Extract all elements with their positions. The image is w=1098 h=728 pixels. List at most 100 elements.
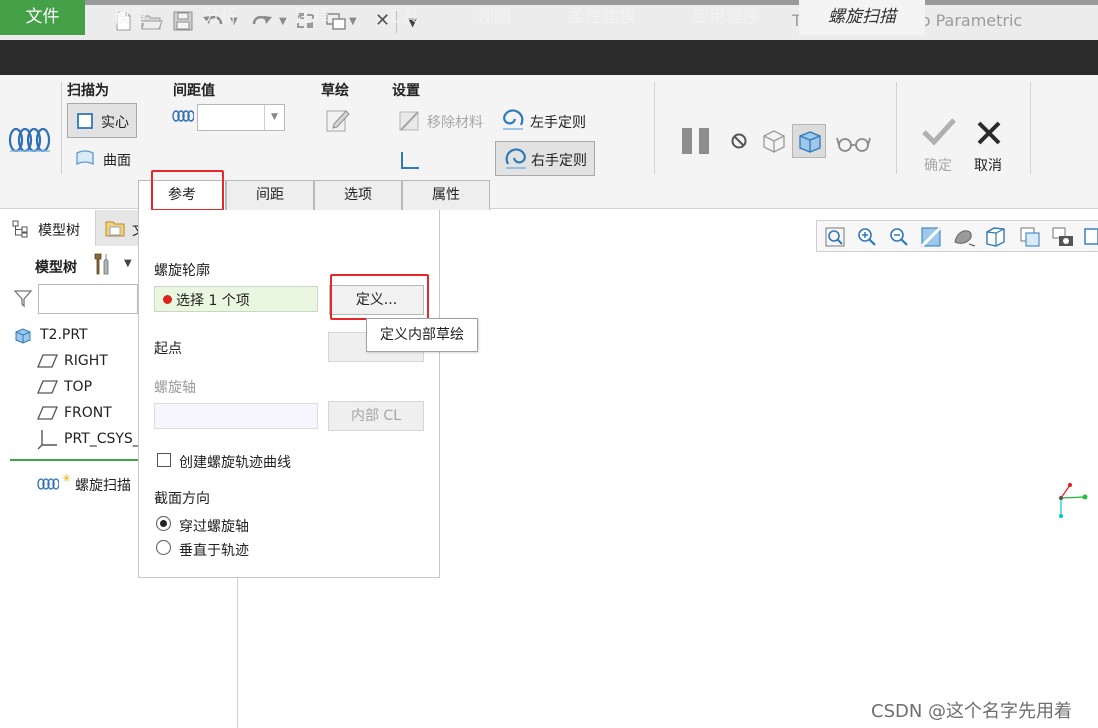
menu-analysis[interactable]: 分析 (178, 0, 262, 35)
create-helix-curve-label: 创建螺旋轨迹曲线 (179, 455, 291, 471)
perspective-camera-icon[interactable] (1050, 225, 1076, 249)
surface-icon (75, 149, 95, 167)
datum-plane-icon (37, 379, 59, 395)
start-point-label: 起点 (154, 341, 182, 357)
tree-settings-tools-icon[interactable] (91, 251, 115, 277)
helix-axis-label: 螺旋轴 (154, 380, 196, 396)
sweep-as-label: 扫描为 (67, 83, 109, 99)
menu-applications[interactable]: 应用程序 (676, 0, 776, 35)
tree-item-csys[interactable]: PRT_CSYS_ (64, 431, 140, 447)
pitch-input[interactable]: ▼ (197, 104, 285, 131)
tree-header-label: 模型树 (35, 260, 77, 276)
confirm-check-icon[interactable] (921, 116, 957, 148)
cancel-x-icon[interactable] (976, 120, 1002, 146)
tab-folder-browser[interactable]: 文 (95, 210, 146, 246)
helix-profile-collector-text: 选择 1 个项 (176, 293, 250, 309)
ribbon-divider (896, 82, 897, 174)
tab-model-tree-label: 模型树 (38, 223, 80, 239)
solid-button[interactable]: 实心 (67, 103, 137, 138)
tree-item-top[interactable]: TOP (64, 379, 92, 395)
highlight-box-references-tab (151, 170, 224, 211)
zoom-in-icon[interactable] (856, 226, 878, 248)
sketch-icon[interactable] (325, 107, 351, 133)
zoom-out-icon[interactable] (888, 226, 910, 248)
datum-plane-icon (37, 405, 59, 421)
cancel-button[interactable]: 取消 (974, 155, 1002, 175)
filter-icon[interactable] (13, 288, 33, 308)
folder-browser-icon (104, 218, 126, 238)
settings-label: 设置 (392, 83, 420, 99)
required-dot-icon (163, 295, 172, 304)
refit-icon[interactable] (824, 226, 846, 248)
through-axis-radio[interactable] (156, 516, 171, 531)
menu-tools[interactable]: 工具 (360, 0, 444, 35)
helix-axis-collector[interactable] (154, 403, 318, 429)
define-tooltip: 定义内部草绘 (366, 318, 478, 352)
display-style-icon[interactable] (951, 226, 977, 248)
menu-helical-sweep[interactable]: 螺旋扫描 (799, 0, 925, 35)
pitch-dropdown-chevron-icon[interactable]: ▼ (264, 105, 284, 130)
tree-item-front[interactable]: FRONT (64, 405, 112, 421)
coordinate-triad-icon (1052, 480, 1092, 522)
pitch-label: 间距值 (173, 83, 215, 99)
menu-flexible-modeling[interactable]: 柔性建模 (550, 0, 654, 35)
section-orientation-label: 截面方向 (154, 491, 210, 507)
confirm-button[interactable]: 确定 (924, 155, 952, 175)
remove-material-label: 移除材料 (427, 115, 483, 131)
pitch-icon (172, 110, 194, 124)
radio-selected-dot (160, 520, 167, 527)
ribbon-divider (61, 82, 62, 174)
model-tree-icon (12, 220, 30, 238)
normal-to-trajectory-radio[interactable] (156, 540, 171, 555)
tab-pitch[interactable]: 间距 (226, 180, 314, 210)
create-helix-curve-checkbox[interactable] (157, 453, 171, 467)
helical-sweep-feature-icon (37, 477, 59, 491)
solid-label: 实心 (101, 115, 129, 131)
coordinate-system-icon (37, 428, 59, 450)
surface-button[interactable]: 曲面 (103, 150, 131, 170)
wireframe-preview-icon[interactable] (760, 128, 788, 154)
solid-icon (76, 112, 94, 130)
view-manager-icon[interactable] (1018, 225, 1044, 249)
helical-sweep-icon (8, 125, 52, 155)
verify-glasses-icon[interactable] (836, 132, 872, 154)
internal-cl-button[interactable]: 内部 CL (328, 401, 424, 431)
right-hand-rule-icon (502, 146, 530, 172)
pause-icon[interactable] (680, 126, 712, 156)
tree-item-part[interactable]: T2.PRT (40, 327, 88, 343)
right-hand-rule-button[interactable]: 右手定则 (495, 141, 595, 176)
remove-material-icon[interactable] (398, 109, 422, 133)
no-preview-icon[interactable] (730, 132, 748, 150)
insert-here-marker[interactable] (10, 459, 138, 461)
menu-annotate[interactable]: 注释 (270, 0, 354, 35)
tab-model-tree[interactable]: 模型树 (0, 210, 95, 246)
menu-file[interactable]: 文件 (0, 0, 85, 35)
tab-properties[interactable]: 属性 (402, 180, 490, 210)
more-view-tools-icon[interactable] (1083, 227, 1098, 247)
shaded-preview-button[interactable] (792, 124, 826, 158)
tree-settings-chevron-icon[interactable]: ▼ (124, 258, 132, 269)
through-axis-label: 穿过螺旋轴 (179, 519, 249, 535)
thicken-sketch-icon[interactable] (399, 150, 421, 170)
tree-search-input[interactable] (38, 284, 138, 314)
left-hand-rule-button[interactable]: 左手定则 (530, 112, 586, 132)
new-feature-star-icon: ✳ (62, 472, 72, 485)
normal-to-trajectory-label: 垂直于轨迹 (179, 543, 249, 559)
helix-profile-label: 螺旋轮廓 (154, 263, 210, 279)
tab-options[interactable]: 选项 (314, 180, 402, 210)
watermark: CSDN @这个名字先用着 (871, 701, 1073, 722)
left-hand-rule-icon[interactable] (499, 107, 527, 133)
saved-orientations-icon[interactable] (984, 225, 1010, 249)
menu-view[interactable]: 视图 (452, 0, 536, 35)
sketch-label: 草绘 (321, 83, 349, 99)
highlight-box-define-button (330, 274, 429, 320)
part-icon (14, 327, 32, 345)
right-hand-rule-label: 右手定则 (531, 153, 587, 169)
tree-item-helical-sweep[interactable]: 螺旋扫描 (75, 475, 131, 495)
helix-profile-collector[interactable]: 选择 1 个项 (154, 286, 318, 312)
datum-plane-icon (37, 353, 59, 369)
tree-item-right[interactable]: RIGHT (64, 353, 108, 369)
ribbon-divider (1030, 82, 1031, 174)
repaint-icon[interactable] (920, 226, 942, 248)
menu-model[interactable]: 模型 (88, 0, 172, 35)
